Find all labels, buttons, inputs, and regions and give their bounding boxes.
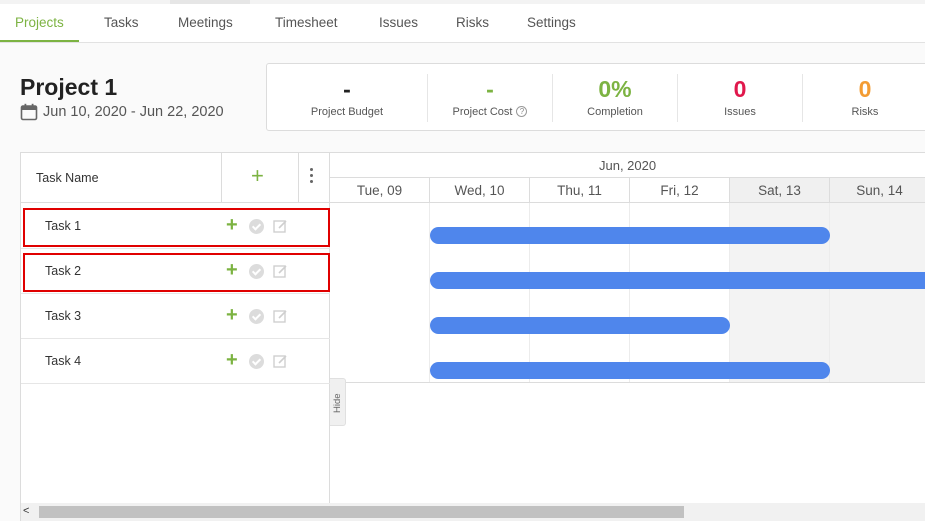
- hide-label: Hide: [332, 393, 343, 413]
- day-header: Sun, 14: [830, 178, 925, 203]
- add-subtask-button[interactable]: +: [226, 260, 238, 280]
- task-grid: Task Name + Task 1 + Task 2 + Task 3 + T…: [21, 153, 330, 521]
- task-name: Task 1: [45, 219, 82, 233]
- top-nav: Projects Tasks Meetings Timesheet Issues…: [0, 0, 925, 43]
- project-stats-card: - Project Budget - Project Cost? 0% Comp…: [266, 63, 925, 131]
- stat-value: 0: [858, 76, 872, 102]
- task-row[interactable]: Task 1 +: [21, 204, 330, 249]
- calendar-icon: [20, 103, 38, 121]
- task-bar-1[interactable]: [430, 227, 830, 244]
- task-bar-2[interactable]: [430, 272, 925, 289]
- tab-meetings[interactable]: Meetings: [178, 15, 233, 30]
- add-subtask-button[interactable]: +: [226, 350, 238, 370]
- top-strip-segment: [170, 0, 250, 4]
- day-header: Fri, 12: [630, 178, 730, 203]
- add-subtask-button[interactable]: +: [226, 215, 238, 235]
- stat-label: Completion: [587, 106, 643, 118]
- tab-tasks[interactable]: Tasks: [104, 15, 139, 30]
- complete-check-icon[interactable]: [249, 264, 264, 279]
- task-row[interactable]: Task 4 +: [21, 339, 330, 384]
- help-icon[interactable]: ?: [516, 106, 528, 117]
- edit-icon[interactable]: [273, 264, 288, 279]
- edit-icon[interactable]: [273, 354, 288, 369]
- project-dates: Jun 10, 2020 - Jun 22, 2020: [20, 102, 224, 122]
- stat-label: Risks: [851, 106, 879, 118]
- task-bar-4[interactable]: [430, 362, 830, 379]
- stat-issues: 0 Issues: [678, 64, 802, 132]
- stat-label-wrap: Project Cost?: [428, 106, 552, 118]
- stat-risks: 0 Risks: [803, 64, 925, 132]
- stat-value: -: [343, 76, 351, 102]
- stat-label: Project Budget: [310, 106, 384, 118]
- gantt-chart: Task Name + Task 1 + Task 2 + Task 3 + T…: [20, 152, 925, 521]
- day-header: Thu, 11: [530, 178, 630, 203]
- stat-label: Issues: [724, 106, 756, 118]
- top-strip: [0, 0, 925, 4]
- stat-label: Project Cost: [452, 106, 513, 118]
- add-task-button[interactable]: +: [251, 165, 264, 187]
- tab-settings[interactable]: Settings: [527, 15, 576, 30]
- task-name: Task 4: [45, 354, 82, 368]
- task-name: Task 3: [45, 309, 82, 323]
- day-header: Tue, 09: [330, 178, 430, 203]
- edit-icon[interactable]: [273, 219, 288, 234]
- page-title: Project 1: [20, 74, 118, 100]
- header-divider: [221, 153, 222, 203]
- tab-risks[interactable]: Risks: [456, 15, 489, 30]
- timeline: Jun, 2020 Tue, 09 Wed, 10 Thu, 11 Fri, 1…: [330, 153, 925, 521]
- task-name: Task 2: [45, 264, 82, 278]
- stat-value: 0: [733, 76, 747, 102]
- complete-check-icon[interactable]: [249, 219, 264, 234]
- scrollbar-thumb[interactable]: [39, 506, 684, 518]
- edit-icon[interactable]: [273, 309, 288, 324]
- task-row[interactable]: Task 2 +: [21, 249, 330, 294]
- timeline-bottom-border: [330, 382, 925, 383]
- stat-value: -: [486, 76, 494, 102]
- stat-completion: 0% Completion: [553, 64, 677, 132]
- task-grid-header: Task Name +: [21, 153, 330, 203]
- tab-issues[interactable]: Issues: [379, 15, 418, 30]
- column-menu-icon[interactable]: [309, 168, 315, 186]
- active-tab-indicator: [0, 40, 79, 42]
- tab-projects[interactable]: Projects: [15, 15, 64, 30]
- day-column: [330, 203, 430, 383]
- hide-grid-button[interactable]: Hide: [330, 378, 346, 426]
- day-column: [830, 203, 925, 383]
- stat-project-cost: - Project Cost?: [428, 64, 552, 132]
- stat-project-budget: - Project Budget: [287, 64, 407, 132]
- day-header: Wed, 10: [430, 178, 530, 203]
- horizontal-scrollbar[interactable]: <: [21, 503, 925, 521]
- day-header: Sat, 13: [730, 178, 830, 203]
- tab-timesheet[interactable]: Timesheet: [275, 15, 338, 30]
- timeline-month-header: Jun, 2020: [330, 153, 925, 178]
- header-divider: [298, 153, 299, 203]
- month-label: Jun, 2020: [599, 158, 657, 173]
- app-root: Projects Tasks Meetings Timesheet Issues…: [0, 0, 925, 521]
- complete-check-icon[interactable]: [249, 309, 264, 324]
- column-header-task-name: Task Name: [36, 171, 99, 185]
- stat-value: 0%: [598, 76, 632, 102]
- task-bar-3[interactable]: [430, 317, 730, 334]
- task-row[interactable]: Task 3 +: [21, 294, 330, 339]
- complete-check-icon[interactable]: [249, 354, 264, 369]
- project-date-range: Jun 10, 2020 - Jun 22, 2020: [43, 104, 224, 120]
- scroll-left-icon[interactable]: <: [23, 505, 29, 517]
- add-subtask-button[interactable]: +: [226, 305, 238, 325]
